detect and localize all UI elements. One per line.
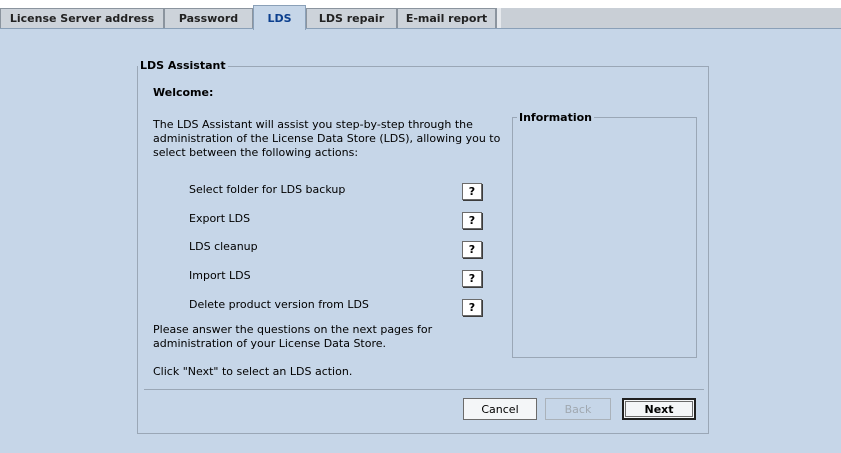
action-label-export-lds: Export LDS	[189, 212, 251, 225]
action-label-lds-cleanup: LDS cleanup	[189, 240, 258, 253]
tab-lds-repair[interactable]: LDS repair	[306, 8, 397, 28]
tab-bar: License Server address Password LDS LDS …	[0, 0, 841, 30]
footer-note: Please answer the questions on the next …	[153, 323, 433, 350]
next-hint: Click "Next" to select an LDS action.	[153, 365, 353, 378]
cancel-button[interactable]: Cancel	[463, 398, 537, 420]
help-button-select-folder[interactable]: ?	[462, 183, 482, 200]
tab-bar-fill	[501, 8, 841, 28]
action-label-select-folder: Select folder for LDS backup	[189, 183, 346, 196]
help-button-import-lds[interactable]: ?	[462, 270, 482, 287]
information-box	[512, 117, 697, 358]
welcome-heading: Welcome:	[153, 86, 214, 99]
action-label-delete-product-version: Delete product version from LDS	[189, 298, 369, 311]
action-label-import-lds: Import LDS	[189, 269, 251, 282]
panel-title: LDS Assistant	[138, 59, 228, 72]
tab-lds[interactable]: LDS	[253, 5, 306, 30]
tab-password[interactable]: Password	[164, 8, 253, 28]
intro-text: The LDS Assistant will assist you step-b…	[153, 118, 501, 159]
back-button[interactable]: Back	[545, 398, 611, 420]
help-button-lds-cleanup[interactable]: ?	[462, 241, 482, 258]
button-separator	[144, 389, 704, 390]
next-button[interactable]: Next	[622, 398, 696, 420]
tab-email-report[interactable]: E-mail report	[397, 8, 496, 28]
help-button-delete-product-version[interactable]: ?	[462, 299, 482, 316]
tab-license-server-address[interactable]: License Server address	[0, 8, 164, 28]
help-button-export-lds[interactable]: ?	[462, 212, 482, 229]
information-title: Information	[517, 111, 594, 124]
